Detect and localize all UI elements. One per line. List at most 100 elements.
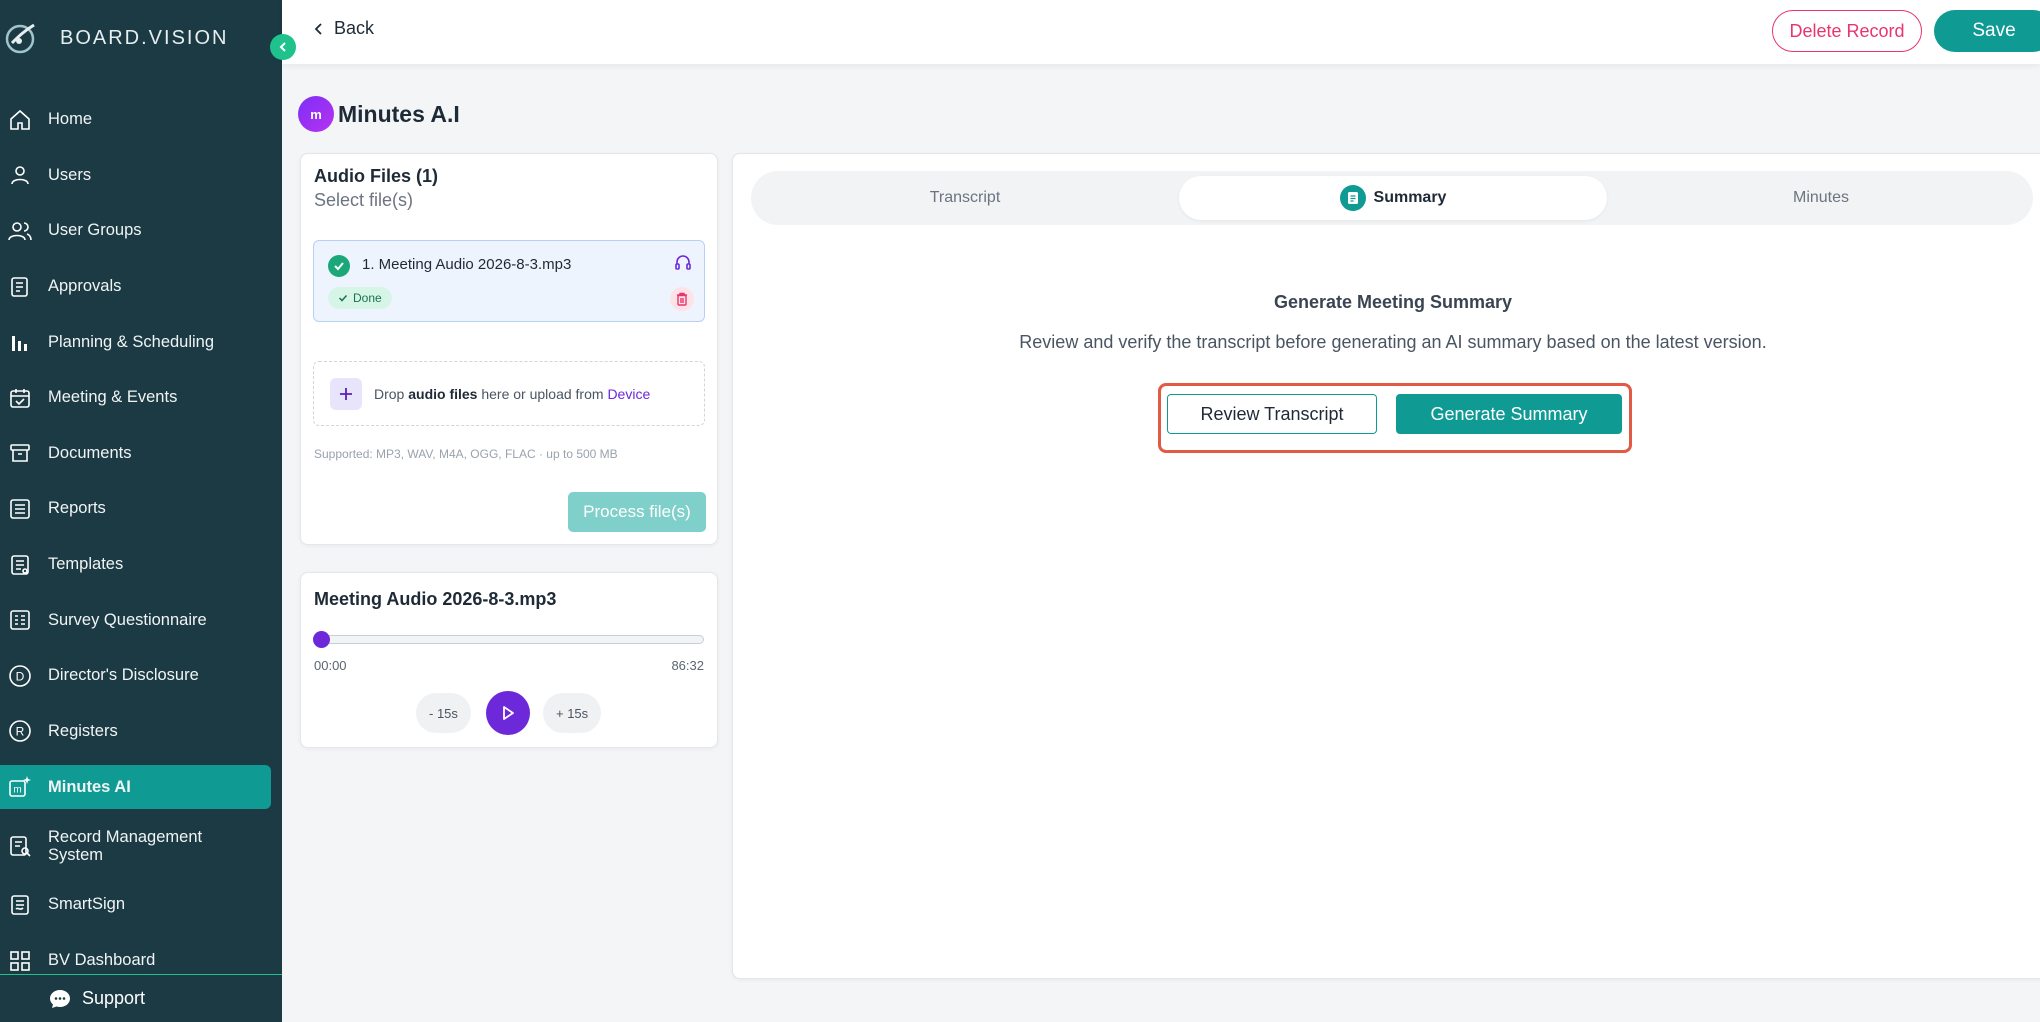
sidebar-item-planning[interactable]: Planning & Scheduling [0, 314, 282, 370]
delete-record-button[interactable]: Delete Record [1772, 10, 1922, 52]
playback-slider[interactable] [313, 631, 704, 648]
survey-icon [6, 606, 34, 634]
supported-formats-text: Supported: MP3, WAV, M4A, OGG, FLAC · up… [314, 447, 618, 461]
sidebar-item-label: Home [48, 110, 93, 129]
sidebar-item-record-management[interactable]: Record Management System [0, 815, 282, 877]
audio-file-item[interactable]: 1. Meeting Audio 2026-8-3.mp3 Done [313, 240, 705, 322]
support-button[interactable]: Support [0, 974, 282, 1022]
home-icon [6, 106, 34, 134]
review-transcript-button[interactable]: Review Transcript [1167, 394, 1377, 434]
sidebar-item-disclosure[interactable]: D Director's Disclosure [0, 648, 282, 704]
tab-label: Summary [1373, 189, 1447, 206]
sidebar-item-user-groups[interactable]: User Groups [0, 203, 282, 259]
svg-text:D: D [16, 669, 25, 683]
back-label: Back [334, 18, 375, 38]
generate-summary-button[interactable]: Generate Summary [1396, 394, 1622, 434]
save-button[interactable]: Save [1934, 10, 2040, 52]
dropzone-prefix: Drop [374, 385, 409, 402]
summary-description: Review and verify the transcript before … [1019, 332, 1767, 352]
sidebar-item-label: Meeting & Events [48, 388, 178, 407]
sidebar-item-registers[interactable]: R Registers [0, 704, 282, 760]
player-title: Meeting Audio 2026-8-3.mp3 [314, 589, 557, 609]
board-vision-logo-icon [5, 23, 35, 54]
document-check-icon [6, 273, 34, 301]
r-circle-icon: R [6, 717, 34, 745]
tab-label: Transcript [929, 189, 1001, 206]
headphones-icon[interactable] [674, 253, 692, 271]
audio-files-card: Audio Files (1) Select file(s) 1. Meetin… [300, 153, 718, 545]
page-title-text: Minutes A.I [338, 100, 460, 127]
sidebar-item-label: Record Management System [48, 828, 203, 865]
sidebar-item-label: Minutes AI [48, 777, 131, 796]
audio-player-card: Meeting Audio 2026-8-3.mp3 00:00 86:32 -… [300, 572, 718, 748]
sidebar-item-minutes-ai[interactable]: m Minutes AI [0, 765, 271, 810]
process-files-button[interactable]: Process file(s) [568, 492, 706, 532]
tab-summary[interactable]: Summary [1179, 176, 1607, 220]
brand-name: BOARD.VISION [60, 26, 229, 49]
play-button[interactable] [486, 691, 530, 735]
sidebar-item-meetings[interactable]: Meeting & Events [0, 370, 282, 426]
play-icon [503, 706, 514, 720]
sidebar-item-documents[interactable]: Documents [0, 426, 282, 482]
brand-logo[interactable]: BOARD.VISION [0, 18, 228, 58]
archive-icon [6, 439, 34, 467]
sidebar-item-templates[interactable]: Templates [0, 537, 282, 593]
summary-heading: Generate Meeting Summary [1273, 292, 1513, 312]
sidebar-item-smartsign[interactable]: SmartSign [0, 877, 282, 933]
sidebar-item-survey[interactable]: Survey Questionnaire [0, 592, 282, 648]
minutes-ai-icon: m [6, 773, 34, 801]
back-link[interactable]: Back [314, 18, 374, 39]
page-title: m Minutes A.I [298, 96, 460, 132]
tab-label: Minutes [1792, 189, 1850, 206]
rewind-15s-button[interactable]: - 15s [416, 693, 471, 733]
record-search-icon [6, 832, 34, 860]
sidebar-item-label: Registers [48, 721, 118, 740]
topbar: Back Delete Record Save [282, 0, 2040, 64]
summary-doc-icon [1339, 185, 1366, 211]
dropzone-middle: here or upload from [477, 385, 608, 402]
sidebar-collapse-button[interactable] [270, 34, 296, 60]
grid-icon [6, 947, 34, 975]
sidebar: BOARD.VISION Home Users User Groups Appr… [0, 0, 282, 1022]
smartsign-icon [6, 891, 34, 919]
sidebar-item-home[interactable]: Home [0, 92, 282, 148]
duration-time: 86:32 [671, 658, 704, 673]
trash-icon[interactable] [670, 287, 694, 311]
sidebar-item-label: Templates [48, 555, 124, 574]
minutes-main-panel: Transcript Summary Minutes Generate Meet… [732, 153, 2040, 979]
plus-icon[interactable] [330, 377, 362, 410]
support-label: Support [82, 988, 146, 1008]
minutes-ai-badge-icon: m [298, 96, 334, 132]
audio-files-subtitle: Select file(s) [314, 190, 414, 210]
chevron-left-icon [314, 22, 324, 36]
sidebar-item-approvals[interactable]: Approvals [0, 259, 282, 315]
svg-text:R: R [16, 725, 25, 739]
d-circle-icon: D [6, 662, 34, 690]
sidebar-item-label: Director's Disclosure [48, 666, 199, 685]
sidebar-item-label: SmartSign [48, 895, 126, 914]
calendar-icon [6, 384, 34, 412]
check-circle-icon [328, 255, 350, 277]
playback-slider-handle[interactable] [313, 631, 330, 648]
tab-minutes[interactable]: Minutes [1607, 176, 2035, 220]
dropzone-text: Drop audio files here or upload from Dev… [374, 386, 650, 402]
sidebar-item-reports[interactable]: Reports [0, 481, 282, 537]
status-text: Done [353, 291, 382, 305]
tab-transcript[interactable]: Transcript [751, 176, 1179, 220]
sidebar-item-label: Survey Questionnaire [48, 610, 207, 629]
forward-15s-button[interactable]: + 15s [543, 693, 602, 733]
users-icon [6, 217, 34, 245]
audio-dropzone[interactable]: Drop audio files here or upload from Dev… [313, 361, 705, 426]
sidebar-item-label: BV Dashboard [48, 951, 156, 970]
sidebar-nav: Home Users User Groups Approvals Plannin… [0, 92, 282, 988]
sidebar-item-label: User Groups [48, 221, 142, 240]
status-badge: Done [328, 287, 392, 309]
dropzone-bold: audio files [408, 385, 478, 402]
audio-files-title: Audio Files (1) [314, 166, 439, 186]
current-time: 00:00 [314, 658, 347, 673]
audio-file-name: 1. Meeting Audio 2026-8-3.mp3 [362, 256, 572, 273]
svg-text:m: m [13, 785, 21, 796]
device-upload-link[interactable]: Device [607, 386, 650, 402]
sidebar-item-label: Users [48, 165, 92, 184]
sidebar-item-users[interactable]: Users [0, 148, 282, 204]
